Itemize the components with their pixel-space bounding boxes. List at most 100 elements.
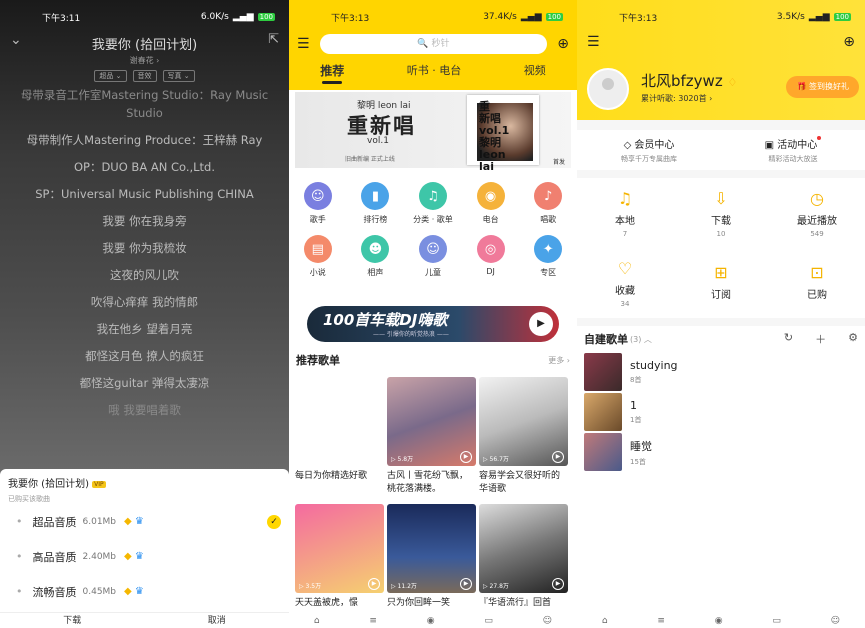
category-singer[interactable]: ☺ 歌手: [289, 182, 347, 225]
profile-header: 下午3:13 3.5K/s ▂▄▆ 100 ☰ ⊕ 北风bfzywz ♢ 累计听歌: …: [577, 0, 865, 120]
playlist-card[interactable]: 每日为你精选好歌: [295, 377, 384, 496]
promo-banner[interactable]: 黎明 leon lai 重新唱 vol.1 旧曲新编 正式上线 重 新唱 vol…: [295, 92, 571, 173]
quality-option-super[interactable]: • 超品音质 6.01Mb ◆ ♛ ✓: [8, 504, 281, 539]
shortcut-heart[interactable]: ♡ 收藏 34: [577, 248, 673, 318]
add-icon[interactable]: ⊕: [557, 36, 569, 52]
tab-recommend[interactable]: 推荐: [320, 62, 344, 84]
dj-sub: —— 引爆你的听觉热浪 ——: [373, 331, 449, 338]
playlist-item[interactable]: 睡觉 15首: [577, 432, 865, 472]
download-button[interactable]: 下载: [0, 613, 145, 628]
category-radio[interactable]: ◉ 电台: [462, 182, 520, 225]
tab-video[interactable]: 视频: [524, 62, 546, 79]
list-icon[interactable]: ≡: [657, 616, 665, 628]
play-disc-icon[interactable]: ◉: [427, 616, 435, 628]
activity-center-sub: 精彩活动大放送: [768, 155, 818, 163]
category-chart[interactable]: ▮ 排行榜: [347, 182, 405, 225]
play-count: ▷ 11.2万: [391, 583, 417, 590]
search-input[interactable]: 🔍 秒针: [319, 34, 548, 54]
quality-option-high[interactable]: • 高品音质 2.40Mb ◆ ♛: [8, 539, 281, 574]
shortcut-purchased[interactable]: ⊡ 已购: [769, 248, 865, 318]
add-playlist-icon[interactable]: ＋: [815, 331, 826, 347]
sign-in-button[interactable]: 🎁 签到换好礼: [786, 76, 859, 98]
refresh-icon[interactable]: ↻: [784, 331, 793, 347]
add-icon[interactable]: ⊕: [843, 34, 855, 50]
artist-name[interactable]: 谢春花 ›: [0, 55, 289, 66]
cancel-button[interactable]: 取消: [145, 613, 290, 628]
quality-option-smooth[interactable]: • 流畅音质 0.45Mb ◆ ♛: [8, 574, 281, 609]
mine-screen: 下午3:13 3.5K/s ▂▄▆ 100 ☰ ⊕ 北风bfzywz ♢ 累计听歌: …: [577, 0, 865, 628]
shortcut-count: 34: [620, 299, 630, 308]
play-icon[interactable]: ▶: [460, 451, 472, 463]
bullet-icon: •: [16, 515, 23, 528]
vip-center[interactable]: ◇ 会员中心 畅享千万专属曲库: [577, 130, 721, 170]
playlist-thumbnail: [584, 353, 622, 391]
home-icon[interactable]: ⌂: [314, 616, 320, 628]
play-icon[interactable]: ▶: [552, 578, 564, 590]
shortcut-subscribe[interactable]: ⊞ 订阅: [673, 248, 769, 318]
shortcut-count: 549: [810, 229, 824, 238]
playlist-item[interactable]: studying 8首: [577, 352, 865, 392]
sheet-title: 我要你 (拾回计划) VIP: [8, 475, 281, 490]
share-icon[interactable]: ⇱: [268, 32, 279, 47]
photo-tag[interactable]: 写真 ⌄: [162, 70, 195, 82]
section-title: 推荐歌单: [296, 354, 340, 367]
category-zone[interactable]: ✦ 专区: [519, 235, 577, 278]
category-kids[interactable]: ☺ 儿童: [404, 235, 462, 278]
playlist-cover: ▷ 5.8万 ▶: [387, 377, 476, 466]
playlist-item[interactable]: 1 1首: [577, 392, 865, 432]
quality-tag[interactable]: 超品 ⌄: [94, 70, 127, 82]
category-novel[interactable]: ▤ 小说: [289, 235, 347, 278]
playlist-card[interactable]: ▷ 27.8万 ▶ 『华语流行』回首: [479, 504, 568, 623]
battery-icon: 100: [833, 13, 851, 21]
song-title-bar: ⌄ 我要你 (拾回计划) ⇱: [0, 32, 289, 53]
dj-banner[interactable]: 100首车载DJ嗨歌 —— 引爆你的听觉热浪 —— ▶: [307, 306, 559, 342]
user-icon[interactable]: ☺: [543, 616, 552, 628]
chart-icon: ▮: [361, 182, 390, 210]
list-icon[interactable]: ≡: [369, 616, 377, 628]
shortcut-clock[interactable]: ◷ 最近播放 549: [769, 178, 865, 248]
menu-icon[interactable]: ☰: [297, 36, 310, 52]
my-playlists-title[interactable]: 自建歌单: [584, 331, 628, 347]
category-dj[interactable]: ◎ DJ: [462, 235, 520, 278]
category-mic[interactable]: ♪ 唱歌: [519, 182, 577, 225]
chevron-down-icon[interactable]: ⌄: [10, 32, 22, 48]
menu-icon[interactable]: ☰: [587, 34, 600, 50]
settings-icon[interactable]: ⚙: [848, 331, 858, 347]
listen-count[interactable]: 累计听歌: 3020首 ›: [641, 93, 712, 104]
dj-title: 100首车载DJ嗨歌: [323, 311, 448, 329]
category-crosstalk[interactable]: ☻ 相声: [347, 235, 405, 278]
my-playlists-count[interactable]: (3) ︿: [630, 334, 652, 345]
lyric-line: 都怪这guitar 弹得太凄凉: [79, 376, 210, 390]
shortcut-label: 已购: [807, 289, 827, 301]
lyric-line: SP：Universal Music Publishing CHINA: [35, 187, 254, 201]
playlist-card[interactable]: ▷ 11.2万 ▶ 只为你回眸一笑: [387, 504, 476, 623]
shortcut-music[interactable]: ♫ 本地 7: [577, 178, 673, 248]
zone-icon: ✦: [534, 235, 563, 263]
play-disc-icon[interactable]: ◉: [715, 616, 723, 628]
video-icon[interactable]: ▭: [772, 616, 781, 628]
category-playlist[interactable]: ♫ 分类 · 歌单: [404, 182, 462, 225]
home-icon[interactable]: ⌂: [602, 616, 608, 628]
shortcut-download[interactable]: ⇩ 下载 10: [673, 178, 769, 248]
username[interactable]: 北风bfzywz ♢: [641, 70, 737, 91]
playlist-card[interactable]: ▷ 5.8万 ▶ 古风丨雪花纷飞飘，桃花落满楼。: [387, 377, 476, 496]
vip-center-sub: 畅享千万专属曲库: [621, 155, 677, 163]
playlist-card[interactable]: ▷ 56.7万 ▶ 容易学会又很好听的华语歌: [479, 377, 568, 496]
avatar[interactable]: [587, 68, 629, 110]
play-icon[interactable]: ▶: [368, 578, 380, 590]
playlist-thumbnail: [584, 393, 622, 431]
play-icon[interactable]: ▶: [460, 578, 472, 590]
quality-sheet: 我要你 (拾回计划) VIP 已购买该歌曲 • 超品音质 6.01Mb ◆ ♛ ✓ • 高…: [0, 469, 289, 628]
more-link[interactable]: 更多 ›: [548, 355, 570, 366]
activity-title-text: ▣ 活动中心: [764, 140, 818, 151]
user-icon[interactable]: ☺: [831, 616, 840, 628]
play-icon[interactable]: ▶: [552, 451, 564, 463]
tab-audiobook-radio[interactable]: 听书 · 电台: [407, 62, 462, 79]
activity-center[interactable]: ▣ 活动中心 精彩活动大放送: [721, 130, 865, 170]
vip-badge: VIP: [92, 480, 106, 488]
effect-tag[interactable]: 音效: [132, 70, 157, 82]
play-icon[interactable]: ▶: [529, 312, 553, 336]
video-icon[interactable]: ▭: [484, 616, 493, 628]
playlist-card[interactable]: ▷ 3.5万 ▶ 天天盖被虎，憬: [295, 504, 384, 623]
battery-icon: 100: [545, 13, 563, 21]
